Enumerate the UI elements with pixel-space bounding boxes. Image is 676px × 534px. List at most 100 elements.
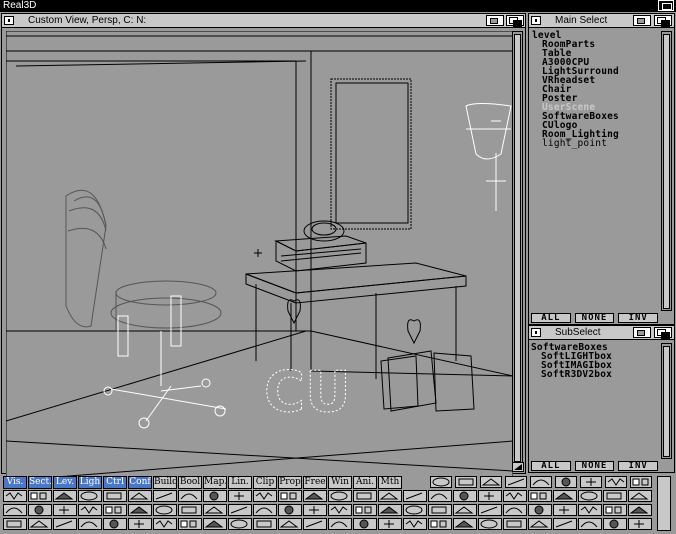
tab-win[interactable]: Win	[328, 476, 352, 489]
tool-icon[interactable]	[403, 490, 427, 502]
tool-icon[interactable]	[103, 490, 127, 502]
tab-sect[interactable]: Sect.	[28, 476, 52, 489]
tool-icon[interactable]	[378, 518, 402, 530]
tab-bool[interactable]: Bool	[178, 476, 202, 489]
tool-icon[interactable]	[303, 490, 327, 502]
tool-icon[interactable]	[480, 476, 502, 488]
tool-icon[interactable]	[403, 504, 427, 516]
tool-icon[interactable]	[628, 518, 652, 530]
tool-icon[interactable]	[178, 504, 202, 516]
tool-icon[interactable]	[428, 518, 452, 530]
tool-icon[interactable]	[353, 504, 377, 516]
tool-icon[interactable]	[28, 490, 52, 502]
tool-icon[interactable]	[530, 476, 552, 488]
tool-icon[interactable]	[303, 518, 327, 530]
viewport-close-gadget[interactable]	[4, 16, 14, 25]
sub-select-depth-gadget[interactable]	[654, 327, 672, 339]
main-select-close-gadget[interactable]	[531, 16, 541, 25]
tool-icon[interactable]	[53, 518, 77, 530]
tool-icon[interactable]	[430, 476, 452, 488]
tool-icon[interactable]	[378, 490, 402, 502]
tool-icon[interactable]	[303, 504, 327, 516]
main-select-depth-gadget[interactable]	[654, 15, 672, 27]
tool-icon[interactable]	[278, 504, 302, 516]
tool-icon[interactable]	[628, 490, 652, 502]
tool-icon[interactable]	[478, 490, 502, 502]
tool-icon[interactable]	[505, 476, 527, 488]
sub-select-inv-button[interactable]: INV	[618, 461, 659, 471]
3d-viewport-canvas[interactable]: CU	[6, 31, 513, 481]
tool-icon[interactable]	[103, 504, 127, 516]
viewport-vertical-scrollbar[interactable]	[512, 31, 523, 463]
main-select-zoom-gadget[interactable]	[633, 15, 651, 26]
tool-panel-scrollbar[interactable]	[657, 476, 671, 531]
tool-icon[interactable]	[328, 518, 352, 530]
main-select-scroll-knob[interactable]	[663, 34, 670, 309]
tool-icon[interactable]	[278, 518, 302, 530]
tool-icon[interactable]	[378, 504, 402, 516]
screen-title-bar[interactable]: Real3D	[0, 0, 676, 12]
tool-icon[interactable]	[328, 490, 352, 502]
tool-icon[interactable]	[453, 490, 477, 502]
tool-icon[interactable]	[103, 518, 127, 530]
tool-icon[interactable]	[603, 504, 627, 516]
main-select-item[interactable]: light_point	[532, 139, 658, 149]
tab-conf[interactable]: Conf	[128, 476, 152, 489]
tool-icon[interactable]	[453, 504, 477, 516]
sub-select-scroll-knob[interactable]	[663, 346, 670, 457]
tool-icon[interactable]	[128, 504, 152, 516]
tab-ligh[interactable]: Ligh	[78, 476, 102, 489]
tool-icon[interactable]	[453, 518, 477, 530]
tool-icon[interactable]	[528, 518, 552, 530]
tool-icon[interactable]	[603, 518, 627, 530]
tool-icon[interactable]	[178, 490, 202, 502]
tool-icon[interactable]	[553, 504, 577, 516]
tool-icon[interactable]	[28, 518, 52, 530]
main-select-list[interactable]: level RoomParts Table A3000CPU LightSurround…	[532, 31, 658, 148]
main-select-inv-button[interactable]: INV	[618, 313, 659, 323]
tab-lin[interactable]: Lin.	[228, 476, 252, 489]
main-select-window[interactable]: Main Select level RoomParts Table A3000CPU L…	[528, 13, 675, 325]
tool-icon[interactable]	[353, 518, 377, 530]
tab-clip[interactable]: Clip	[253, 476, 277, 489]
tool-icon[interactable]	[128, 518, 152, 530]
tool-icon[interactable]	[3, 518, 27, 530]
tool-icon[interactable]	[78, 504, 102, 516]
tool-icon[interactable]	[253, 518, 277, 530]
tool-icon[interactable]	[153, 504, 177, 516]
tab-vis[interactable]: Vis.	[3, 476, 27, 489]
tool-icon[interactable]	[178, 518, 202, 530]
main-select-titlebar[interactable]: Main Select	[529, 14, 674, 28]
tool-icon[interactable]	[203, 518, 227, 530]
tool-icon[interactable]	[580, 476, 602, 488]
tool-icon[interactable]	[555, 476, 577, 488]
tool-icon[interactable]	[3, 504, 27, 516]
tool-icon[interactable]	[578, 490, 602, 502]
tool-icon[interactable]	[228, 518, 252, 530]
tool-icon[interactable]	[153, 490, 177, 502]
tool-icon[interactable]	[353, 490, 377, 502]
tab-ani[interactable]: Ani.	[353, 476, 377, 489]
tool-icon[interactable]	[328, 504, 352, 516]
tool-icon[interactable]	[3, 490, 27, 502]
tool-icon[interactable]	[428, 490, 452, 502]
tool-icon[interactable]	[128, 490, 152, 502]
tool-icon[interactable]	[605, 476, 627, 488]
tool-icon[interactable]	[203, 490, 227, 502]
tool-icon[interactable]	[553, 490, 577, 502]
screen-depth-gadget[interactable]	[658, 0, 674, 11]
tool-icon[interactable]	[203, 504, 227, 516]
tool-icon[interactable]	[503, 518, 527, 530]
viewport-depth-gadget[interactable]	[506, 15, 524, 27]
tool-icon[interactable]	[503, 504, 527, 516]
tool-icon[interactable]	[603, 490, 627, 502]
tool-icon[interactable]	[478, 504, 502, 516]
tab-map[interactable]: Map.	[203, 476, 227, 489]
tab-ctrl[interactable]: Ctrl	[103, 476, 127, 489]
tool-icon[interactable]	[628, 504, 652, 516]
sub-select-item[interactable]: SoftR3DV2box	[531, 370, 658, 380]
tool-icon[interactable]	[278, 490, 302, 502]
sub-select-all-button[interactable]: ALL	[531, 461, 571, 471]
tool-icon[interactable]	[478, 518, 502, 530]
tool-icon[interactable]	[528, 490, 552, 502]
